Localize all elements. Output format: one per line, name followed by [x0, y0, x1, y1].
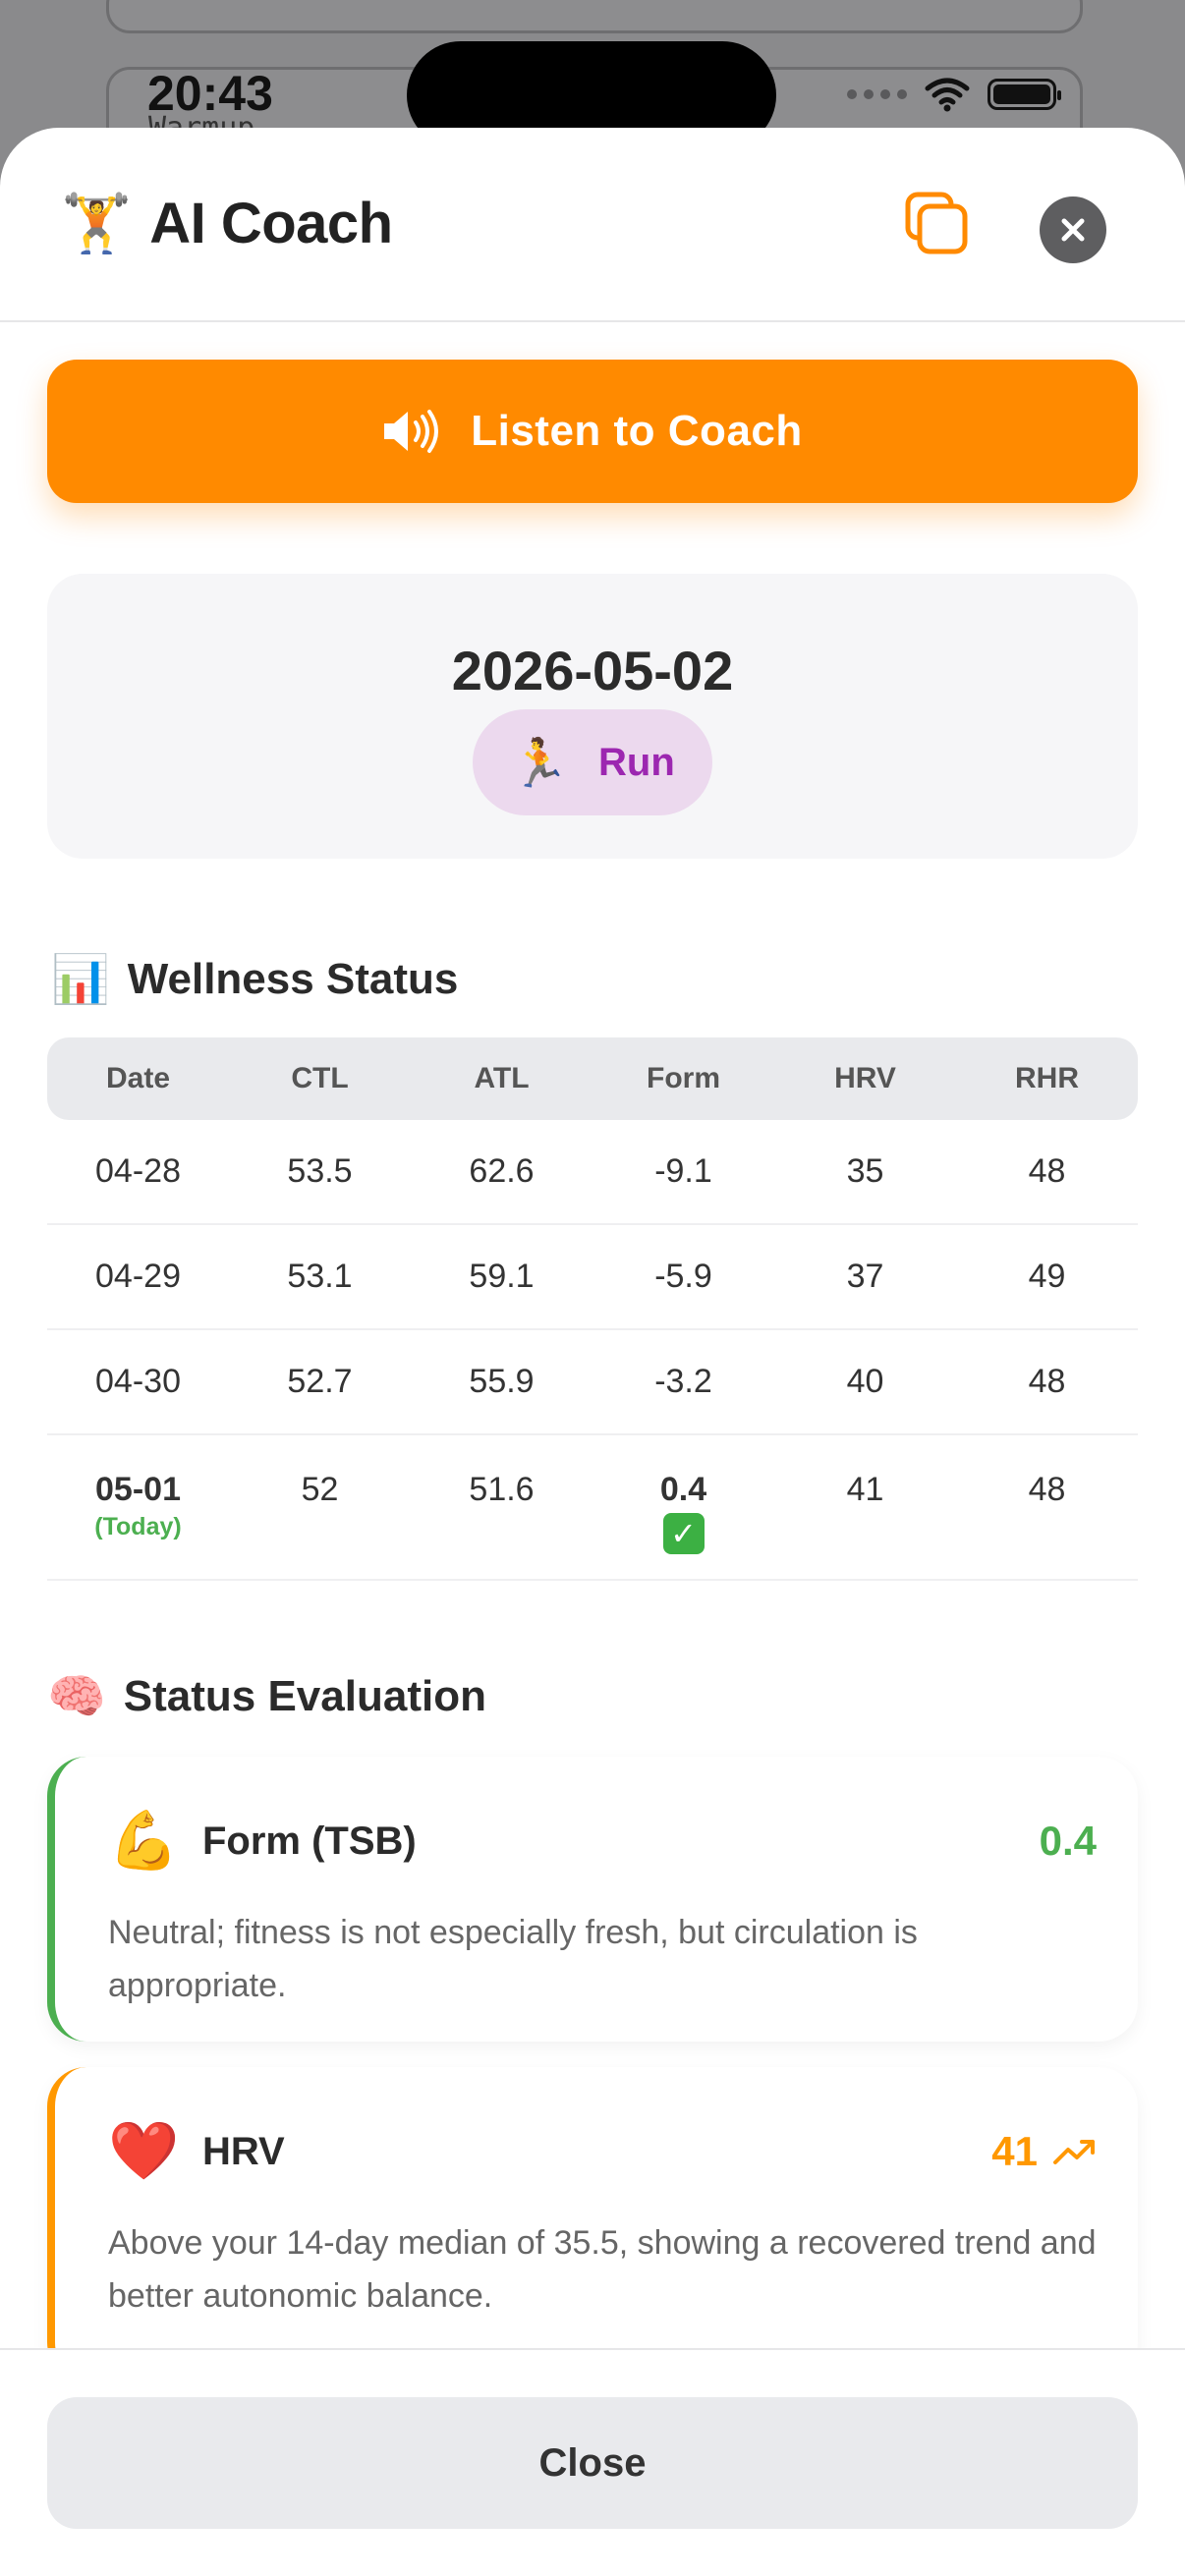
cell-ctl: 53.1: [287, 1258, 353, 1295]
close-icon[interactable]: [1040, 196, 1106, 263]
column-header: Date: [105, 1062, 171, 1094]
header-title-group: 🏋️ AI Coach: [61, 191, 393, 256]
session-date-card: 2026-05-02 🏃 Run: [47, 574, 1138, 859]
cell-form: -3.2: [654, 1363, 712, 1400]
evaluation-value: 0.4: [1040, 1818, 1097, 1865]
cell-date: 04-30: [95, 1363, 181, 1400]
cell-atl: 59.1: [469, 1258, 535, 1295]
cell-ctl: 52: [301, 1471, 339, 1508]
evaluation-description: Neutral; fitness is not especially fresh…: [108, 1914, 918, 2004]
background-card: [106, 0, 1083, 33]
cellular-icon: [847, 89, 907, 99]
today-label: (Today): [94, 1513, 182, 1540]
sheet-header: 🏋️ AI Coach: [0, 128, 1185, 322]
brain-icon: 🧠: [47, 1671, 106, 1723]
bar-chart-icon: 📊: [51, 954, 110, 1006]
cell-hrv: 35: [846, 1152, 884, 1190]
column-header: ATL: [474, 1062, 530, 1094]
evaluation-card-hrv: ❤️ HRV 41 Above your 14-day median of 35…: [47, 2067, 1138, 2381]
cell-atl: 55.9: [469, 1363, 535, 1400]
wellness-section-title: 📊 Wellness Status: [51, 951, 458, 1007]
today-form-value: 0.4: [659, 1471, 707, 1508]
wifi-icon: [925, 78, 970, 112]
cell-date: 04-29: [95, 1258, 181, 1295]
table-row: 04-28 53.5 62.6 -9.1 35 48: [47, 1120, 1138, 1225]
sheet-footer: Close: [0, 2348, 1185, 2576]
session-date: 2026-05-02: [451, 640, 734, 701]
trend-up-icon: [1053, 2140, 1095, 2164]
table-row: 04-29 53.1 59.1 -5.9 37 49: [47, 1225, 1138, 1330]
status-indicators: [847, 73, 1061, 116]
cell-rhr: 48: [1028, 1363, 1066, 1400]
evaluation-value: 41: [991, 2128, 1097, 2175]
column-header: RHR: [1015, 1062, 1079, 1094]
evaluation-card-header: 💪 Form (TSB) 0.4: [108, 1808, 1097, 1875]
form-value: 0.4: [1039, 1818, 1097, 1864]
hrv-value: 41: [991, 2128, 1038, 2174]
sport-badge: 🏃 Run: [473, 709, 712, 815]
listen-to-coach-button[interactable]: Listen to Coach: [47, 360, 1138, 503]
cell-hrv: 40: [846, 1363, 884, 1400]
speaker-icon: [384, 410, 439, 453]
column-header: Form: [647, 1062, 720, 1094]
cell-date: 05-01 (Today): [47, 1471, 229, 1541]
sport-label: Run: [598, 740, 675, 784]
runner-icon: 🏃: [510, 737, 569, 790]
table-header: Date CTL ATL Form HRV RHR: [47, 1037, 1138, 1120]
cell-hrv: 41: [846, 1471, 884, 1508]
column-header: HRV: [834, 1062, 896, 1094]
table-row-today: 05-01 (Today) 52 51.6 0.4 ✓ 41 48: [47, 1435, 1138, 1581]
column-header: CTL: [291, 1062, 349, 1094]
cell-form: -5.9: [654, 1258, 712, 1295]
listen-button-label: Listen to Coach: [471, 407, 803, 455]
x-mark-icon: [1061, 218, 1085, 242]
cell-hrv: 37: [846, 1258, 884, 1295]
evaluation-card-form: 💪 Form (TSB) 0.4 Neutral; fitness is not…: [47, 1757, 1138, 2042]
cell-rhr: 48: [1028, 1471, 1066, 1508]
page-title: AI Coach: [149, 192, 393, 255]
copy-icon[interactable]: [902, 191, 971, 259]
close-button[interactable]: Close: [47, 2397, 1138, 2529]
wellness-table: Date CTL ATL Form HRV RHR 04-28 53.5 62.…: [47, 1037, 1138, 1581]
cell-rhr: 49: [1028, 1258, 1066, 1295]
evaluation-name: Form (TSB): [202, 1819, 417, 1863]
cell-rhr: 48: [1028, 1152, 1066, 1190]
ai-coach-sheet: 🏋️ AI Coach Listen to Coach 2026-05-02 🏃…: [0, 128, 1185, 2576]
heart-icon: ❤️: [108, 2119, 180, 2183]
battery-icon: [988, 79, 1061, 110]
cell-atl: 62.6: [469, 1152, 535, 1190]
cell-ctl: 53.5: [287, 1152, 353, 1190]
checkmark-icon: ✓: [662, 1513, 705, 1554]
wellness-title: Wellness Status: [127, 954, 459, 1003]
cell-form: 0.4 ✓: [592, 1471, 774, 1554]
cell-date: 04-28: [95, 1152, 181, 1190]
status-time: 20:43: [147, 66, 273, 121]
cell-atl: 51.6: [469, 1471, 535, 1508]
weightlifter-icon: 🏋️: [61, 191, 133, 255]
evaluation-description: Above your 14-day median of 35.5, showin…: [108, 2224, 1097, 2315]
evaluation-card-header: ❤️ HRV 41: [108, 2118, 1097, 2185]
cell-ctl: 52.7: [287, 1363, 353, 1400]
evaluation-name: HRV: [202, 2129, 285, 2173]
evaluation-title: Status Evaluation: [123, 1671, 486, 1720]
evaluation-section-title: 🧠 Status Evaluation: [47, 1668, 486, 1724]
cell-form: -9.1: [654, 1152, 712, 1190]
flexed-biceps-icon: 💪: [108, 1809, 180, 1873]
table-row: 04-30 52.7 55.9 -3.2 40 48: [47, 1330, 1138, 1435]
today-date: 05-01: [95, 1471, 181, 1508]
